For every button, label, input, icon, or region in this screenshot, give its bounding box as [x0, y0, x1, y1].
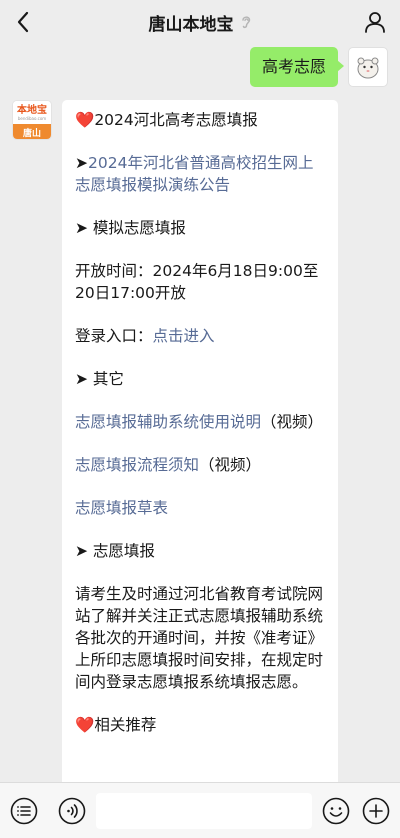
back-button[interactable]	[10, 8, 36, 36]
login-paragraph: 登录入口：点击进入	[75, 325, 325, 347]
hamster-avatar-icon	[357, 57, 379, 79]
add-button[interactable]	[362, 797, 390, 825]
process-video-suffix: （视频）	[199, 456, 262, 474]
login-label: 登录入口：	[75, 327, 153, 345]
page-title: 唐山本地宝	[148, 14, 234, 35]
notice-paragraph: ➤2024年河北省普通高校招生网上志愿填报模拟演练公告	[75, 152, 325, 196]
other-paragraph-3: 志愿填报草表	[75, 497, 325, 519]
voice-button[interactable]	[58, 797, 86, 825]
chevron-left-icon	[17, 11, 29, 33]
other-paragraph-2: 志愿填报流程须知（视频）	[75, 454, 325, 476]
ear-icon	[241, 16, 250, 29]
menu-button[interactable]	[10, 797, 38, 825]
arrow-icon: ➤	[75, 154, 88, 172]
section-mock-heading: ➤ 模拟志愿填报	[75, 219, 186, 237]
menu-list-icon	[10, 797, 38, 825]
guide-video-link[interactable]: 志愿填报辅助系统使用说明	[75, 413, 261, 431]
login-link[interactable]: 点击进入	[153, 327, 215, 345]
process-video-link[interactable]: 志愿填报流程须知	[75, 456, 199, 474]
title-area: 唐山本地宝	[149, 10, 252, 35]
bot-avatar-logo: 本地宝 bendibao.com	[13, 101, 51, 124]
person-icon	[365, 12, 385, 33]
guide-video-suffix: （视频）	[261, 413, 324, 431]
incoming-message-bubble: ❤️2024河北高考志愿填报 ➤2024年河北省普通高校招生网上志愿填报模拟演练…	[62, 100, 338, 800]
bot-avatar-city: 唐山	[13, 124, 51, 139]
section-fill-heading: ➤ 志愿填报	[75, 542, 155, 560]
input-bar	[0, 782, 400, 838]
voice-icon	[58, 797, 86, 825]
related-heading-text: 相关推荐	[94, 716, 157, 734]
top-bar: 唐山本地宝	[0, 0, 400, 44]
related-heading: ❤️相关推荐	[75, 714, 325, 736]
section-other-heading: ➤ 其它	[75, 370, 124, 388]
heart-icon-2: ❤️	[75, 716, 95, 734]
outgoing-message-bubble[interactable]: 高考志愿	[249, 47, 345, 87]
emoji-button[interactable]	[322, 797, 350, 825]
profile-button[interactable]	[362, 8, 388, 36]
draft-form-link[interactable]: 志愿填报草表	[75, 499, 168, 517]
message-heading-text: 2024河北高考志愿填报	[94, 111, 258, 129]
user-avatar[interactable]	[348, 47, 388, 87]
notice-link[interactable]: 2024年河北省普通高校招生网上志愿填报模拟演练公告	[75, 154, 313, 194]
outgoing-message-row: 高考志愿	[249, 47, 388, 87]
outgoing-message-text: 高考志愿	[261, 57, 326, 76]
message-heading: ❤️2024河北高考志愿填报	[75, 109, 325, 131]
fill-body-text: 请考生及时通过河北省教育考试院网站了解并关注正式志愿填报辅助系统各批次的开通时间…	[75, 585, 324, 691]
bot-avatar-logo-text: 本地宝	[17, 104, 47, 116]
open-time-text: 开放时间：2024年6月18日9:00至20日17:00开放	[75, 262, 319, 302]
emoji-icon	[322, 797, 350, 825]
bot-avatar[interactable]: 本地宝 bendibao.com 唐山	[12, 100, 52, 140]
plus-icon	[362, 797, 390, 825]
other-paragraph-1: 志愿填报辅助系统使用说明（视频）	[75, 411, 325, 433]
bot-avatar-logo-sub: bendibao.com	[17, 115, 47, 121]
heart-icon: ❤️	[75, 111, 95, 129]
message-input[interactable]	[96, 793, 312, 829]
